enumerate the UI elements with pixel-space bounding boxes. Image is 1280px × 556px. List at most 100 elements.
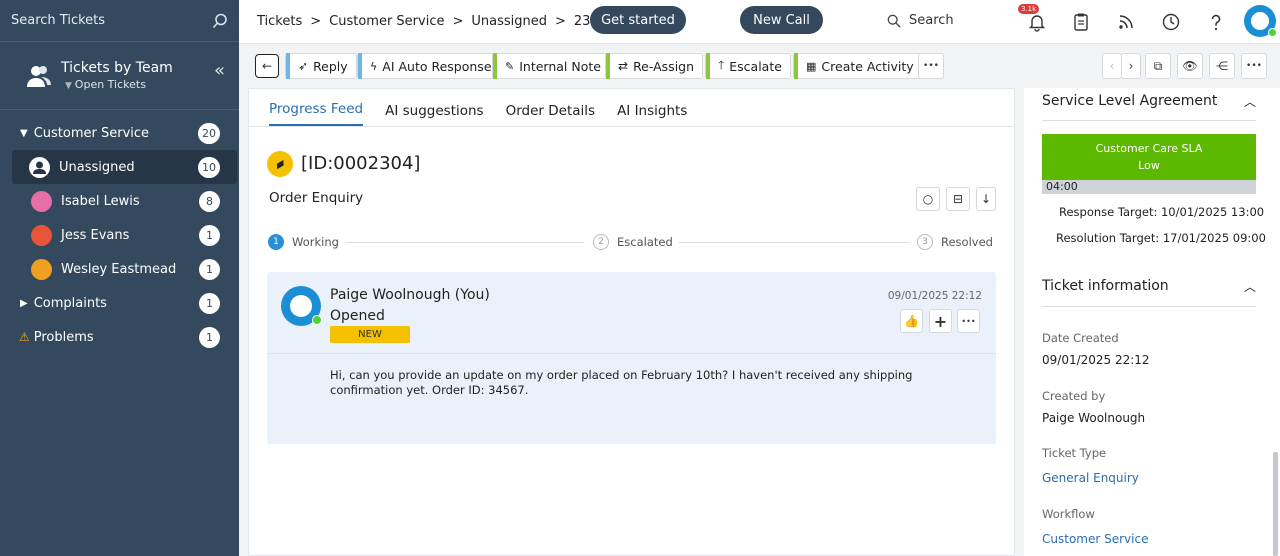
accent-bar: [706, 53, 710, 79]
crumb-tickets[interactable]: Tickets: [257, 14, 302, 29]
count-badge: 20: [198, 123, 220, 144]
step-escalated: 2 Escalated: [593, 234, 673, 250]
caret-right-icon: ▶: [20, 297, 28, 309]
send-icon: ➶: [298, 59, 309, 73]
step-label: Resolved: [941, 235, 993, 249]
ai-auto-label: AI Auto Response: [382, 58, 492, 74]
step-working: 1 Working: [268, 234, 339, 250]
accent-bar: [794, 53, 798, 79]
sla-title: Service Level Agreement: [1042, 93, 1218, 109]
team-subtitle: ▼ Open Tickets: [65, 78, 146, 91]
chat-bubble-icon: [1251, 12, 1269, 30]
user-avatar[interactable]: [1244, 5, 1277, 37]
caret-down-icon: ▼: [20, 127, 28, 139]
tab-ai-insights[interactable]: AI Insights: [617, 103, 687, 126]
get-started-button[interactable]: Get started: [590, 6, 686, 34]
bell-icon[interactable]: [1027, 12, 1047, 32]
download-icon[interactable]: ↓: [976, 187, 996, 211]
crumb-customer-service[interactable]: Customer Service: [329, 14, 444, 29]
agent-isabel-lewis[interactable]: Isabel Lewis 8: [0, 184, 239, 218]
step-connector: [346, 242, 584, 243]
ai-auto-response-button[interactable]: ϟ AI Auto Response: [357, 53, 501, 79]
sla-header[interactable]: Service Level Agreement ︿: [1042, 93, 1256, 121]
chevron-up-icon: ︿: [1243, 95, 1256, 109]
scrollbar-thumb[interactable]: [1273, 452, 1278, 556]
tab-order-details[interactable]: Order Details: [506, 103, 595, 126]
share-icon[interactable]: ⋲: [1209, 53, 1235, 79]
chat-avatar: [281, 286, 322, 326]
help-icon[interactable]: [1206, 12, 1226, 32]
count-badge: 10: [198, 157, 220, 178]
ticket-type-link[interactable]: General Enquiry: [1042, 471, 1139, 485]
ticket-type-label: Ticket Type: [1042, 446, 1107, 460]
collapse-icon[interactable]: ⊟: [946, 187, 970, 211]
comment-icon[interactable]: ○: [916, 187, 940, 211]
step-label: Escalated: [617, 235, 673, 249]
group-problems[interactable]: ⚠ Problems 1: [0, 320, 239, 354]
avatar: [31, 224, 52, 246]
step-connector: [679, 242, 909, 243]
step-number: 3: [917, 234, 933, 250]
add-icon[interactable]: +: [929, 309, 952, 333]
online-indicator: [1268, 28, 1277, 37]
more-options-button[interactable]: •••: [1241, 53, 1267, 79]
group-label: Customer Service: [33, 125, 150, 141]
message-author: Paige Woolnough (You): [330, 287, 490, 303]
reassign-button[interactable]: ⇄ Re-Assign: [605, 53, 704, 79]
rss-icon[interactable]: [1116, 12, 1136, 32]
accent-bar: [286, 53, 290, 79]
create-activity-button[interactable]: ▦ Create Activity: [793, 53, 923, 79]
users-icon: [27, 65, 51, 87]
workflow-link[interactable]: Customer Service: [1042, 532, 1148, 546]
top-bar: Tickets > Customer Service > Unassigned …: [239, 0, 1280, 44]
clock-icon[interactable]: [1161, 12, 1181, 32]
internal-note-button[interactable]: ✎ Internal Note: [492, 53, 610, 79]
more-actions-button[interactable]: •••: [918, 53, 944, 79]
ticket-toolbar: ← ➶ Reply ϟ AI Auto Response ✎ Internal …: [239, 44, 1280, 88]
message-more-button[interactable]: •••: [957, 309, 980, 333]
new-call-button[interactable]: New Call: [740, 6, 823, 34]
group-customer-service[interactable]: ▼ Customer Service 20: [0, 116, 239, 150]
step-number: 1: [268, 234, 284, 250]
team-title: Tickets by Team: [61, 60, 173, 76]
date-created-value: 09/01/2025 22:12: [1042, 353, 1150, 367]
crumb-separator: >: [452, 14, 464, 29]
open-external-icon[interactable]: ⧉: [1145, 53, 1171, 79]
back-button[interactable]: ←: [255, 54, 279, 78]
new-badge: NEW: [330, 326, 410, 343]
created-by-label: Created by: [1042, 389, 1106, 403]
reply-button[interactable]: ➶ Reply: [285, 53, 357, 79]
collapse-sidebar-icon[interactable]: «: [214, 60, 225, 81]
team-header: Tickets by Team ▼ Open Tickets «: [0, 42, 239, 110]
chat-bubble-icon: [290, 295, 312, 317]
notification-badge: 3.1k: [1018, 4, 1040, 14]
filter-icon: ▼: [65, 81, 75, 91]
create-activity-label: Create Activity: [821, 58, 914, 74]
agent-unassigned[interactable]: Unassigned 10: [12, 150, 237, 184]
escalate-button[interactable]: 🡑 Escalate: [705, 53, 791, 79]
crumb-unassigned[interactable]: Unassigned: [471, 14, 547, 29]
swap-icon: ⇄: [618, 59, 629, 73]
reply-label: Reply: [313, 58, 348, 74]
next-ticket-button[interactable]: ›: [1121, 53, 1141, 79]
count-badge: 1: [199, 225, 220, 246]
agent-label: Jess Evans: [61, 227, 130, 243]
sla-timer-value: 04:00: [1046, 180, 1078, 193]
agent-jess-evans[interactable]: Jess Evans 1: [0, 218, 239, 252]
group-complaints[interactable]: ▶ Complaints 1: [0, 286, 239, 320]
tab-ai-suggestions[interactable]: AI suggestions: [385, 103, 483, 126]
eye-icon[interactable]: 👁: [1177, 53, 1203, 79]
escalate-label: Escalate: [729, 58, 782, 74]
search-icon[interactable]: [212, 13, 228, 29]
thumbs-up-icon[interactable]: 👍: [900, 309, 923, 333]
agent-wesley-eastmead[interactable]: Wesley Eastmead 1: [0, 252, 239, 286]
clipboard-icon[interactable]: [1071, 12, 1091, 32]
ticket-icon: ▰: [262, 146, 298, 182]
ticket-details-panel: Service Level Agreement ︿ Customer Care …: [1024, 88, 1280, 556]
prev-ticket-button[interactable]: ‹: [1102, 53, 1122, 79]
sidebar-search-label: Search Tickets: [11, 13, 106, 28]
sidebar-search[interactable]: Search Tickets: [0, 0, 239, 42]
global-search[interactable]: Search: [887, 13, 954, 28]
info-header[interactable]: Ticket information ︿: [1042, 278, 1256, 307]
tab-progress-feed[interactable]: Progress Feed: [269, 101, 364, 126]
